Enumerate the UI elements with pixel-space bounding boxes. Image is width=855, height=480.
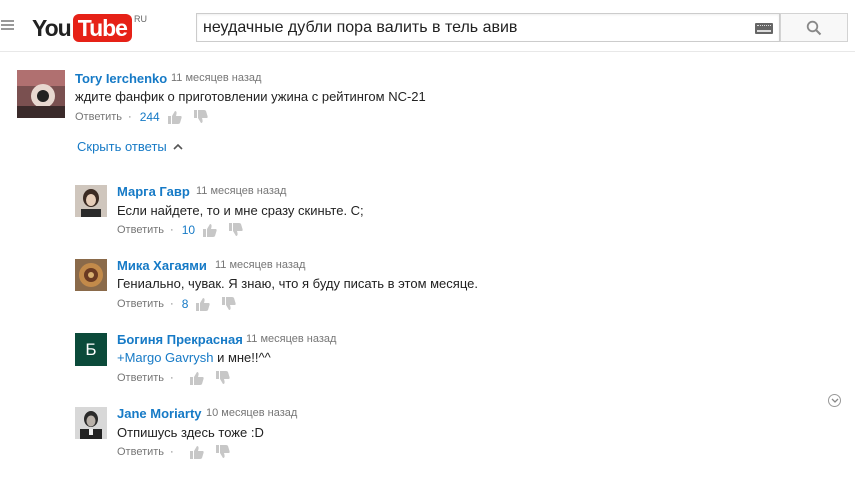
chevron-up-icon bbox=[173, 143, 183, 150]
comment-time[interactable]: 11 месяцев назад bbox=[171, 72, 261, 84]
reply-button[interactable]: Ответить bbox=[117, 372, 164, 384]
comment-text: +Margo Gavrysh и мне!!^^ bbox=[117, 350, 271, 365]
hide-replies-button[interactable]: Скрыть ответы bbox=[77, 139, 183, 154]
comment-text: Отпишусь здесь тоже :D bbox=[117, 425, 264, 440]
separator-dot: · bbox=[170, 372, 174, 384]
reply-button[interactable]: Ответить bbox=[117, 298, 164, 310]
thumbs-up-icon[interactable] bbox=[196, 297, 211, 311]
avatar[interactable] bbox=[75, 185, 107, 217]
search-box bbox=[196, 13, 780, 42]
reply-button[interactable]: Ответить bbox=[75, 111, 122, 123]
comment-actions: Ответить · bbox=[117, 445, 242, 459]
like-count: 244 bbox=[139, 110, 160, 124]
comment-actions: Ответить · 244 bbox=[75, 110, 220, 124]
avatar[interactable]: Б bbox=[75, 333, 107, 366]
comment-author[interactable]: Tory Ierchenko bbox=[75, 71, 167, 86]
menu-icon[interactable] bbox=[1, 20, 14, 30]
thumbs-down-icon[interactable] bbox=[215, 371, 230, 385]
thumbs-up-icon[interactable] bbox=[189, 445, 204, 459]
comment-author[interactable]: Богиня Прекрасная bbox=[117, 332, 243, 347]
chevron-down-icon bbox=[831, 398, 839, 403]
separator-dot: · bbox=[170, 446, 174, 458]
comment-time[interactable]: 11 месяцев назад bbox=[215, 259, 305, 271]
comment-text: ждите фанфик о приготовлении ужина с рей… bbox=[75, 89, 426, 104]
search-input[interactable] bbox=[203, 14, 743, 41]
separator-dot: · bbox=[170, 224, 174, 236]
thumbs-up-icon[interactable] bbox=[189, 371, 204, 385]
keyboard-icon[interactable] bbox=[755, 23, 773, 34]
search-icon bbox=[806, 20, 822, 36]
masthead: You Tube RU bbox=[0, 0, 855, 52]
thumbs-down-icon[interactable] bbox=[215, 445, 230, 459]
logo-tube-text: Tube bbox=[72, 14, 132, 42]
reply-button[interactable]: Ответить bbox=[117, 224, 164, 236]
thumbs-down-icon[interactable] bbox=[229, 223, 243, 237]
hide-replies-label: Скрыть ответы bbox=[77, 139, 167, 154]
mention-link[interactable]: +Margo Gavrysh bbox=[117, 350, 213, 365]
logo-region: RU bbox=[133, 14, 147, 24]
thumbs-up-icon[interactable] bbox=[203, 223, 217, 237]
comment-text-rest: и мне!!^^ bbox=[213, 350, 271, 365]
logo-you-text: You bbox=[32, 15, 72, 41]
search-button[interactable] bbox=[780, 13, 848, 42]
separator-dot: · bbox=[128, 111, 132, 123]
thumbs-down-icon[interactable] bbox=[222, 297, 237, 311]
avatar[interactable] bbox=[75, 407, 107, 439]
avatar[interactable] bbox=[75, 259, 107, 291]
thumbs-up-icon[interactable] bbox=[167, 110, 182, 124]
comment-time[interactable]: 11 месяцев назад bbox=[196, 185, 286, 197]
youtube-logo[interactable]: You Tube RU bbox=[32, 14, 147, 42]
comment-time[interactable]: 10 месяцев назад bbox=[206, 407, 297, 419]
comment-text: Гениально, чувак. Я знаю, что я буду пис… bbox=[117, 276, 478, 291]
comment-author[interactable]: Мика Хагаями bbox=[117, 258, 207, 273]
separator-dot: · bbox=[170, 298, 174, 310]
like-count: 10 bbox=[181, 223, 196, 237]
comment-actions: Ответить · 8 bbox=[117, 297, 248, 311]
reply-button[interactable]: Ответить bbox=[117, 446, 164, 458]
comment-author[interactable]: Jane Moriarty bbox=[117, 406, 202, 421]
comment-actions: Ответить · bbox=[117, 371, 242, 385]
avatar[interactable] bbox=[17, 70, 65, 118]
comment-actions: Ответить · 10 bbox=[117, 223, 255, 237]
comment-author[interactable]: Марга Гавр bbox=[117, 184, 190, 199]
like-count: 8 bbox=[181, 297, 189, 311]
comment-text: Если найдете, то и мне сразу скиньте. С; bbox=[117, 203, 364, 218]
thumbs-down-icon[interactable] bbox=[193, 110, 208, 124]
comment-menu-button[interactable] bbox=[828, 394, 841, 407]
comment-time[interactable]: 11 месяцев назад bbox=[246, 333, 336, 345]
